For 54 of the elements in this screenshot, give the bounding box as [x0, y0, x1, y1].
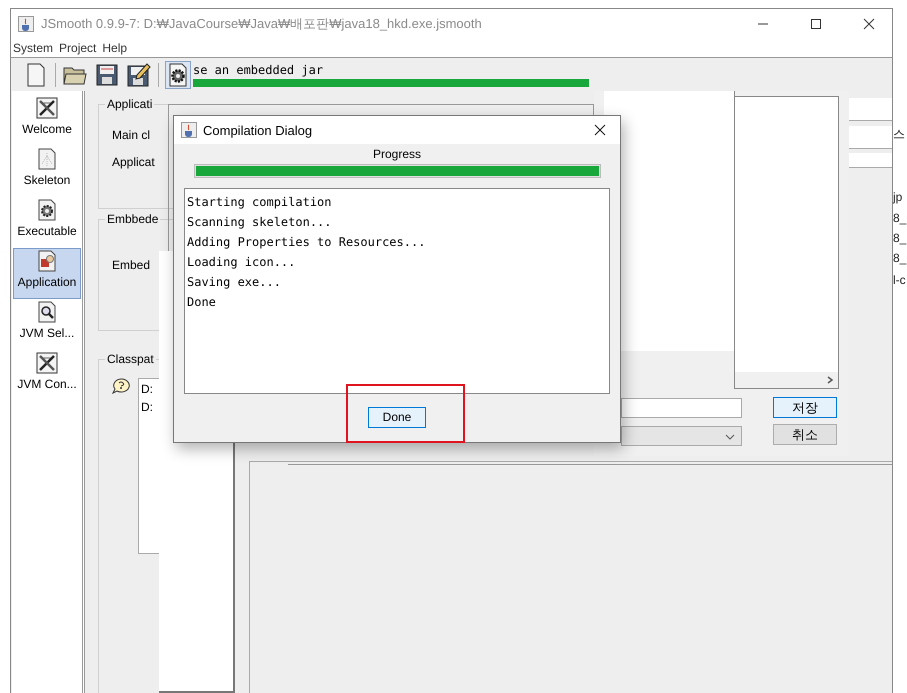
chevron-down-icon — [725, 434, 735, 440]
tools-icon — [35, 96, 59, 120]
progress-label: Progress — [372, 147, 422, 161]
window-title: JSmooth 0.9.9-7: D:₩JavaCourse₩Java₩배포판₩java18_hkd.exe.jsmooth — [41, 15, 483, 33]
menu-item[interactable]: Help — [102, 41, 128, 55]
scrollbar[interactable] — [735, 372, 838, 388]
field-label: Main cl — [112, 128, 150, 142]
maximize-icon — [810, 18, 822, 30]
list-item[interactable]: D: — [141, 400, 157, 414]
status-text: se an embedded jar — [193, 62, 324, 76]
dialog-button[interactable]: 취소 — [773, 424, 837, 445]
java-cup-icon — [18, 16, 34, 32]
menu-item[interactable]: Project — [59, 41, 96, 55]
field-label: Applicat — [112, 155, 155, 169]
help-icon — [112, 378, 130, 394]
sidebar-item[interactable]: Application — [13, 248, 81, 299]
new-file-icon — [25, 62, 47, 86]
log-line: Saving exe... — [187, 274, 282, 291]
file-name-text: 8_ — [893, 211, 906, 225]
log-line: Scanning skeleton... — [187, 214, 332, 231]
sidebar-item[interactable]: JVM Con... — [13, 350, 81, 401]
classpath-list[interactable]: D: D: — [138, 378, 160, 554]
chevron-right-icon — [826, 376, 834, 384]
done-button[interactable]: Done — [368, 406, 426, 428]
sidebar-item[interactable]: Welcome — [13, 95, 81, 146]
file-name-text: 스 — [893, 126, 905, 143]
save-as-icon — [127, 62, 151, 86]
list-item[interactable]: D: — [141, 382, 157, 396]
java-cup-icon — [181, 122, 197, 138]
close-icon — [863, 18, 875, 30]
file-name-text: jp — [893, 190, 902, 204]
sidebar-item[interactable]: Skeleton — [13, 146, 81, 197]
file-name-text: 8_ — [893, 251, 906, 265]
dialog-button[interactable]: 저장 — [773, 397, 837, 418]
toolbar-button[interactable] — [165, 60, 191, 88]
file-name-text: l-c — [893, 273, 906, 287]
menu-item[interactable]: System — [13, 41, 54, 55]
file-name-text: 8_ — [893, 231, 906, 245]
group-title: Applicati — [105, 97, 154, 111]
save-icon — [96, 64, 118, 86]
group-title: Classpat — [105, 352, 156, 366]
log-line: Loading icon... — [187, 254, 296, 271]
gear-icon — [167, 62, 189, 86]
log-line: Done — [187, 294, 217, 311]
close-icon — [594, 124, 606, 136]
field-label: Embed — [112, 258, 150, 272]
group-title: Embbede — [105, 212, 160, 226]
sidebar-item[interactable]: Executable — [13, 197, 81, 248]
log-line: Adding Properties to Resources... — [187, 234, 426, 251]
sidebar-item[interactable]: JVM Sel... — [13, 299, 81, 350]
dialog-title: Compilation Dialog — [203, 122, 314, 138]
toolbar-button[interactable] — [126, 60, 152, 88]
log-line: Starting compilation — [187, 194, 332, 211]
tools-icon — [35, 351, 59, 375]
